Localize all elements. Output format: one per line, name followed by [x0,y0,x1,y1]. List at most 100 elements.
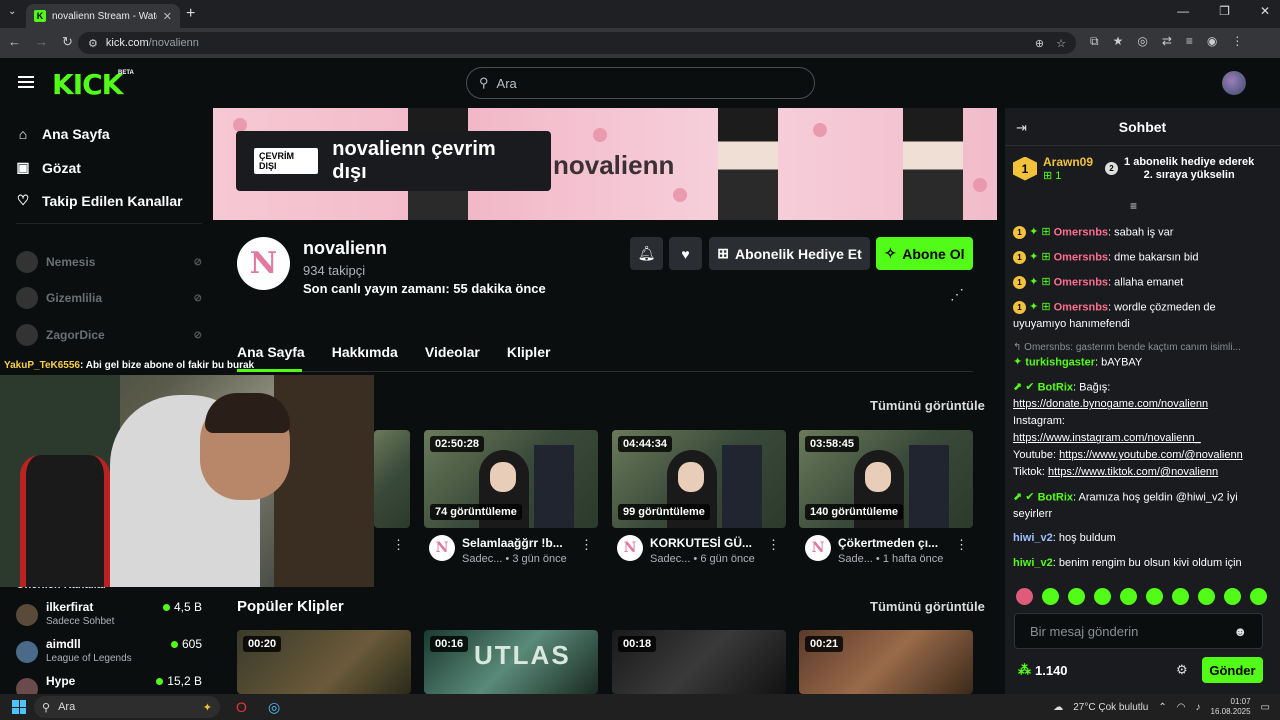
bookmark-star-icon[interactable]: ☆ [1056,37,1066,50]
site-info-icon[interactable]: ⚙ [88,37,98,50]
tab-videos[interactable]: Videolar [425,344,480,360]
see-all-clips-link[interactable]: Tümünü görüntüle [870,599,985,614]
share-icon[interactable]: ⋰ [950,286,964,303]
sidebar-channel[interactable]: Nemesis ⊘ [16,251,202,273]
clock[interactable]: 01:07 16.08.2025 [1211,697,1251,717]
kick-logo[interactable]: KICK [52,68,123,101]
sidebar-item-browse[interactable]: ▣ Gözat [16,159,81,176]
forward-icon[interactable]: → [35,34,48,50]
webcam-overlay [0,375,374,587]
extensions-icon[interactable]: ⧉ [1090,34,1099,49]
tab-clips[interactable]: Klipler [507,344,551,360]
kebab-menu-icon[interactable]: ⋮ [955,537,968,553]
emote-icon[interactable] [1120,588,1137,605]
see-all-videos-link[interactable]: Tümünü görüntüle [870,398,985,413]
channel-points[interactable]: ⁂ 1.140 [1018,662,1068,678]
close-tab-icon[interactable]: ✕ [163,10,172,23]
close-window-icon[interactable]: ✕ [1260,4,1270,18]
recommended-channel[interactable]: ilkerfirat Sadece Sohbet 4,5 B [16,600,202,627]
emote-icon[interactable] [1016,588,1033,605]
follow-button[interactable]: ♥ [669,237,702,270]
clip-thumbnail[interactable]: 00:21 [799,630,973,694]
recommended-channel[interactable]: aimdll League of Legends 605 [16,637,202,664]
gift-subscription-button[interactable]: ⊞ Abonelik Hediye Et [709,237,870,270]
video-title[interactable]: Selamlaağğrr !b... [462,536,563,550]
video-thumbnail[interactable]: 04:44:34 99 görüntüleme [612,430,786,528]
taskbar-search[interactable]: ⚲ Ara ✦ [34,696,220,718]
emote-icon[interactable] [1042,588,1059,605]
notifications-icon[interactable]: ▭ [1261,702,1270,713]
tab-home[interactable]: Ana Sayfa [237,344,305,360]
video-title[interactable]: Çökertmeden çı... [838,536,938,550]
video-thumbnail[interactable]: 02:50:28 74 görüntüleme [424,430,598,528]
instagram-link[interactable]: https://www.instagram.com/novalienn_ [1013,432,1201,444]
new-tab-icon[interactable]: + [186,5,195,23]
search-input[interactable]: ⚲ Ara [466,67,815,99]
avatar[interactable]: N [429,535,455,561]
tab-about[interactable]: Hakkımda [332,344,398,360]
subscribe-button[interactable]: ✧ Abone Ol [876,237,973,270]
zoom-icon[interactable]: ⊕ [1035,37,1044,50]
emote-icon[interactable] [1094,588,1111,605]
chat-filter-icon[interactable]: ≡ [1130,199,1137,213]
emote-icon[interactable] [1198,588,1215,605]
user-avatar[interactable] [1222,71,1246,95]
channel-avatar[interactable]: N [237,237,290,290]
avatar[interactable]: N [805,535,831,561]
tab-list-icon[interactable]: ⌄ [8,6,16,17]
chat-message-input[interactable]: Bir mesaj gönderin ☻ [1014,613,1263,649]
sidebar-channel[interactable]: Gizemlilia ⊘ [16,287,202,309]
restore-icon[interactable]: ❐ [1219,4,1230,18]
chrome-icon[interactable]: ◎ [268,699,280,716]
donate-link[interactable]: https://donate.bynogame.com/novalienn [1013,398,1208,410]
gear-icon[interactable]: ⚙ [1176,662,1188,678]
kebab-menu-icon[interactable]: ⋮ [580,537,593,553]
kebab-menu-icon[interactable]: ⋮ [392,537,405,553]
send-button[interactable]: Gönder [1202,657,1263,683]
emote-icon[interactable] [1172,588,1189,605]
volume-icon[interactable]: ♪ [1196,702,1201,713]
translate-icon[interactable]: ⇄ [1162,34,1172,49]
avatar[interactable]: N [617,535,643,561]
kebab-menu-icon[interactable]: ⋮ [767,537,780,553]
back-icon[interactable]: ← [8,34,21,50]
favorites-icon[interactable]: ★ [1113,34,1124,49]
extension-icon[interactable]: ◎ [1137,34,1147,49]
tiktok-link[interactable]: https://www.tiktok.com/@novalienn [1048,466,1218,478]
clip-thumbnail[interactable]: 00:20 [237,630,411,694]
video-title[interactable]: KORKUTESİ GÜ... [650,536,752,550]
sidebar-channel[interactable]: ZagorDice ⊘ [16,324,202,346]
clip-thumbnail[interactable]: 00:16 UTLAS [424,630,598,694]
clip-thumbnail[interactable]: 00:18 [612,630,786,694]
sidebar-item-home[interactable]: ⌂ Ana Sayfa [16,126,110,142]
browser-tab[interactable]: K novalienn Stream - Watch Live ✕ [26,4,180,28]
tray-chevron-icon[interactable]: ⌃ [1158,702,1166,713]
hamburger-menu-icon[interactable] [18,76,34,88]
profile-icon[interactable]: ◉ [1207,34,1217,49]
emote-icon[interactable] [1250,588,1267,605]
video-thumbnail[interactable] [374,430,410,528]
video-views: 74 görüntüleme [430,504,522,520]
notification-button[interactable]: 🔔︎ [630,237,663,270]
weather-text[interactable]: 27°C Çok bulutlu [1073,702,1148,713]
url-field[interactable]: ⚙ kick.com/novalienn ⊕ ☆ [78,32,1076,54]
minimize-icon[interactable]: — [1177,4,1189,18]
emote-icon[interactable] [1146,588,1163,605]
emote-icon[interactable] [1068,588,1085,605]
windows-start-icon[interactable] [12,700,26,714]
reload-icon[interactable]: ↻ [62,34,73,50]
clip-duration: 00:18 [618,636,657,652]
emote-icon[interactable] [1224,588,1241,605]
youtube-link[interactable]: https://www.youtube.com/@novalienn [1059,449,1243,461]
weather-icon[interactable]: ☁ [1053,702,1063,713]
gift-leaderboard[interactable]: 1 Arawn09 ⊞ 1 2 1 abonelik hediye ederek 2… [1013,155,1268,182]
video-thumbnail[interactable]: 03:58:45 140 görüntüleme [799,430,973,528]
sidebar-item-following[interactable]: ♡ Takip Edilen Kanallar [16,192,183,209]
collapse-chat-icon[interactable]: ⇥ [1016,120,1027,136]
opera-icon[interactable]: O [236,699,247,715]
network-icon[interactable]: ◠ [1177,702,1186,713]
extensions-toolbar: ⧉ ★ ◎ ⇄ ≡ ◉ ⋮ [1090,34,1243,49]
media-icon[interactable]: ≡ [1186,34,1193,49]
emoji-picker-icon[interactable]: ☻ [1233,624,1247,639]
menu-icon[interactable]: ⋮ [1231,34,1243,49]
